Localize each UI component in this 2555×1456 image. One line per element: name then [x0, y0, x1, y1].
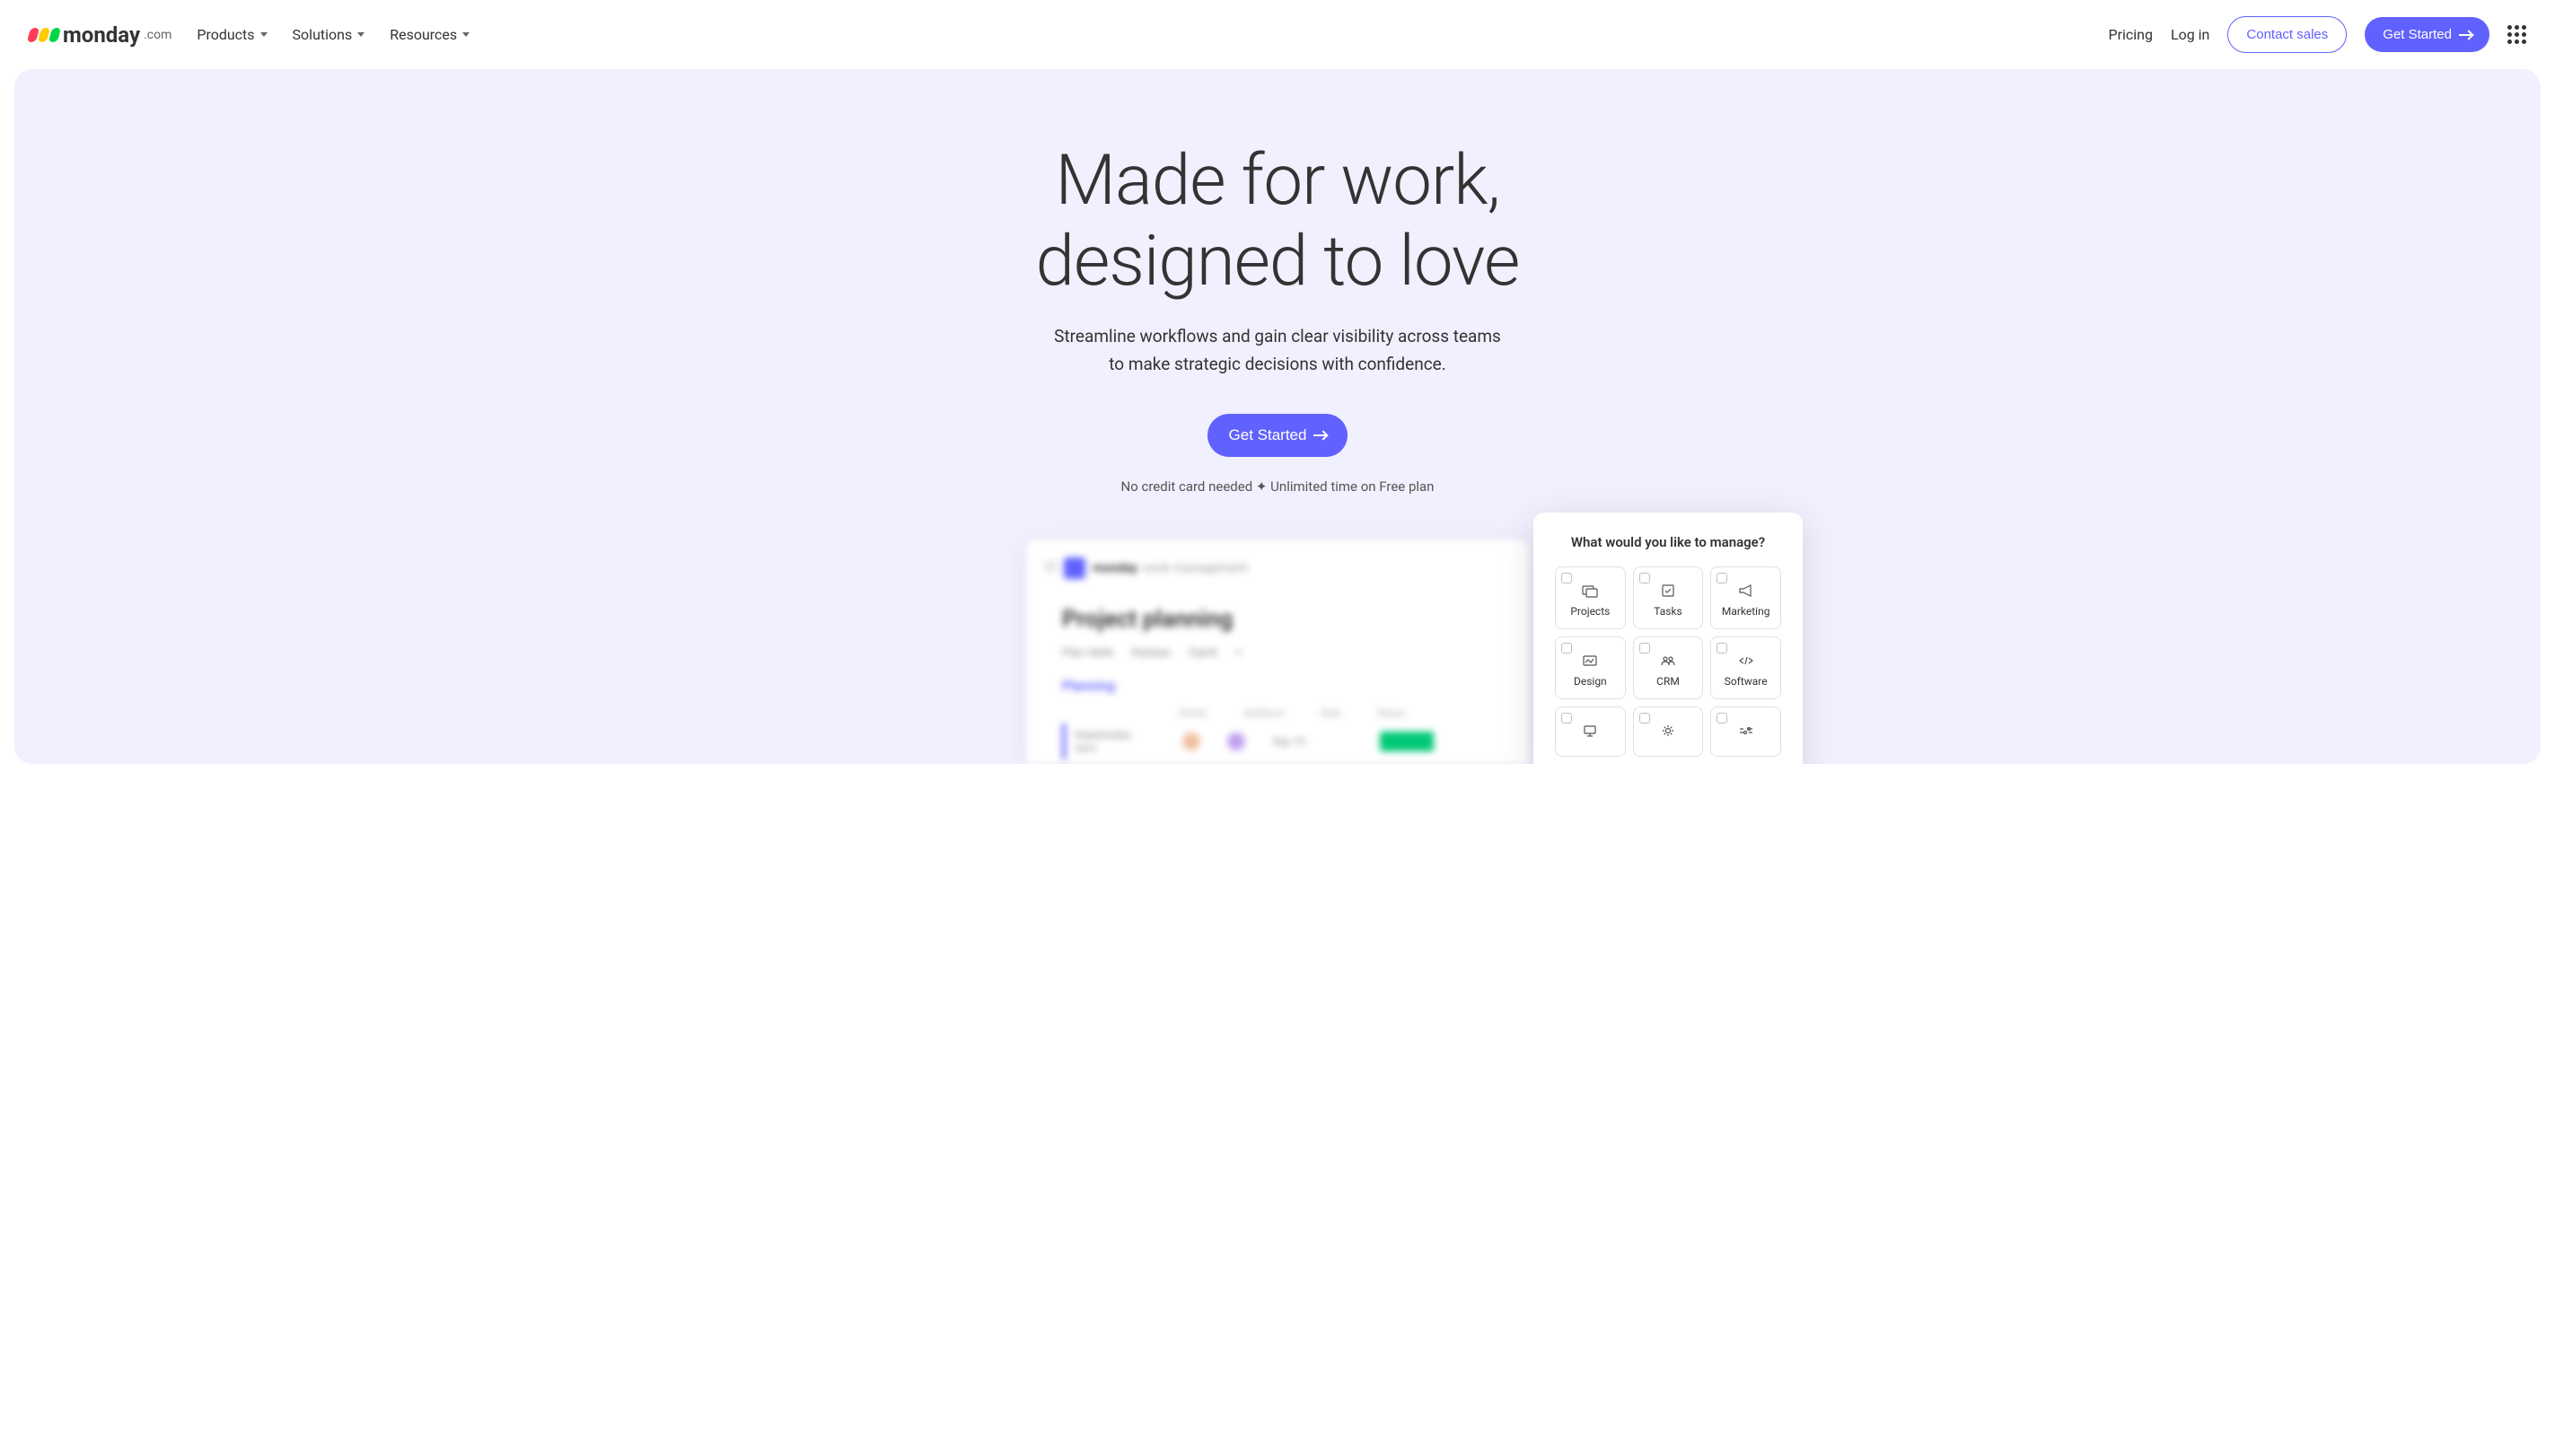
checkbox-icon	[1561, 643, 1572, 653]
checkbox-icon	[1639, 573, 1650, 583]
preview-app-icon	[1064, 557, 1085, 579]
projects-icon	[1581, 582, 1599, 600]
survey-option-design[interactable]: Design	[1555, 636, 1626, 699]
preview-container: monday work management Project planning …	[50, 539, 2505, 764]
survey-option-it[interactable]	[1555, 706, 1626, 757]
product-icon	[1737, 722, 1755, 740]
logo-name: monday	[63, 22, 140, 48]
header: monday.com Products Solutions Resources …	[0, 0, 2555, 69]
checkbox-icon	[1717, 643, 1727, 653]
nav-solutions[interactable]: Solutions	[293, 26, 365, 43]
contact-sales-label: Contact sales	[2246, 27, 2328, 42]
get-started-header-label: Get Started	[2383, 27, 2452, 42]
avatar-icon	[1182, 732, 1200, 750]
chevron-down-icon	[260, 32, 268, 37]
apps-grid-icon[interactable]	[2507, 25, 2526, 44]
hero-section: Made for work, designed to love Streamli…	[14, 69, 2541, 764]
crm-icon	[1659, 652, 1677, 670]
preview-tab-2: Gantt	[1190, 646, 1218, 660]
hero-cta-container: Get Started	[50, 414, 2505, 457]
it-icon	[1581, 722, 1599, 740]
ops-icon	[1659, 722, 1677, 740]
survey-option-projects[interactable]: Projects	[1555, 566, 1626, 629]
checkbox-icon	[1717, 713, 1727, 724]
checkbox-icon	[1561, 573, 1572, 583]
survey-option-crm[interactable]: CRM	[1633, 636, 1704, 699]
preview-row: Stakeholder sync Sep 10	[1062, 724, 1511, 759]
nav-products-label: Products	[197, 26, 254, 43]
nav-solutions-label: Solutions	[293, 26, 353, 43]
survey-option-label: Software	[1725, 675, 1768, 688]
survey-option-marketing[interactable]: Marketing	[1710, 566, 1781, 629]
nav-resources[interactable]: Resources	[390, 26, 470, 43]
header-right: Pricing Log in Contact sales Get Started	[2108, 16, 2526, 53]
survey-option-label: Tasks	[1654, 605, 1682, 618]
checkbox-icon	[1561, 713, 1572, 724]
survey-option-ops[interactable]	[1633, 706, 1704, 757]
hero-title-line1: Made for work,	[1056, 140, 1500, 222]
logo-mark	[29, 28, 59, 42]
survey-card: What would you like to manage? Projects	[1533, 513, 1803, 764]
checkbox-icon	[1639, 643, 1650, 653]
get-started-hero-button[interactable]: Get Started	[1207, 414, 1348, 457]
logo[interactable]: monday .com	[29, 22, 171, 48]
nav-resources-label: Resources	[390, 26, 457, 43]
chevron-down-icon	[462, 32, 470, 37]
preview-header: monday work management	[1044, 557, 1511, 579]
nav-products[interactable]: Products	[197, 26, 267, 43]
hero-title-line2: designed to love	[1036, 221, 1520, 303]
header-left: monday .com Products Solutions Resources	[29, 22, 470, 48]
pricing-link[interactable]: Pricing	[2108, 26, 2153, 43]
preview-board-title: Project planning	[1044, 606, 1511, 633]
survey-option-label: Projects	[1570, 605, 1610, 618]
survey-option-label: Marketing	[1722, 605, 1770, 618]
arrow-right-icon	[2459, 34, 2472, 36]
survey-option-label: CRM	[1656, 675, 1680, 688]
preview-tab-0: Plan table	[1062, 646, 1114, 660]
survey-grid: Projects Tasks	[1555, 566, 1781, 757]
marketing-icon	[1737, 582, 1755, 600]
contact-sales-button[interactable]: Contact sales	[2227, 16, 2347, 53]
survey-option-tasks[interactable]: Tasks	[1633, 566, 1704, 629]
preview-tab-1: Kanban	[1132, 646, 1172, 660]
preview-tabs: Plan table Kanban Gantt +	[1044, 646, 1511, 660]
get-started-header-button[interactable]: Get Started	[2365, 17, 2489, 52]
hero-subtitle: Streamline workflows and gain clear visi…	[50, 323, 2505, 378]
checkbox-icon	[1639, 713, 1650, 724]
logo-suffix: .com	[144, 28, 171, 42]
checkbox-icon	[1717, 573, 1727, 583]
survey-option-product[interactable]	[1710, 706, 1781, 757]
preview-group: Planning	[1044, 678, 1511, 694]
hero-title: Made for work, designed to love	[50, 141, 2505, 302]
survey-option-label: Design	[1574, 675, 1607, 688]
preview-brand: monday	[1093, 561, 1137, 575]
design-icon	[1581, 652, 1599, 670]
avatar-icon	[1227, 732, 1245, 750]
survey-option-software[interactable]: Software	[1710, 636, 1781, 699]
login-link[interactable]: Log in	[2171, 26, 2209, 43]
preview-product: work management	[1143, 561, 1247, 575]
software-icon	[1737, 652, 1755, 670]
status-done-pill	[1380, 732, 1434, 751]
hero-note: No credit card needed ✦ Unlimited time o…	[50, 478, 2505, 495]
arrow-right-icon	[1313, 434, 1326, 436]
survey-title: What would you like to manage?	[1555, 534, 1781, 550]
get-started-hero-label: Get Started	[1229, 426, 1307, 444]
chevron-down-icon	[357, 32, 364, 37]
hero-subtitle-line1: Streamline workflows and gain clear visi…	[1054, 326, 1501, 346]
preview-table: Owner Additions Date Status Stakeholder …	[1044, 703, 1511, 759]
product-preview: monday work management Project planning …	[1026, 539, 1529, 764]
preview-col-headers: Owner Additions Date Status	[1062, 703, 1511, 724]
tasks-icon	[1659, 582, 1677, 600]
hero-subtitle-line2: to make strategic decisions with confide…	[1109, 354, 1446, 374]
